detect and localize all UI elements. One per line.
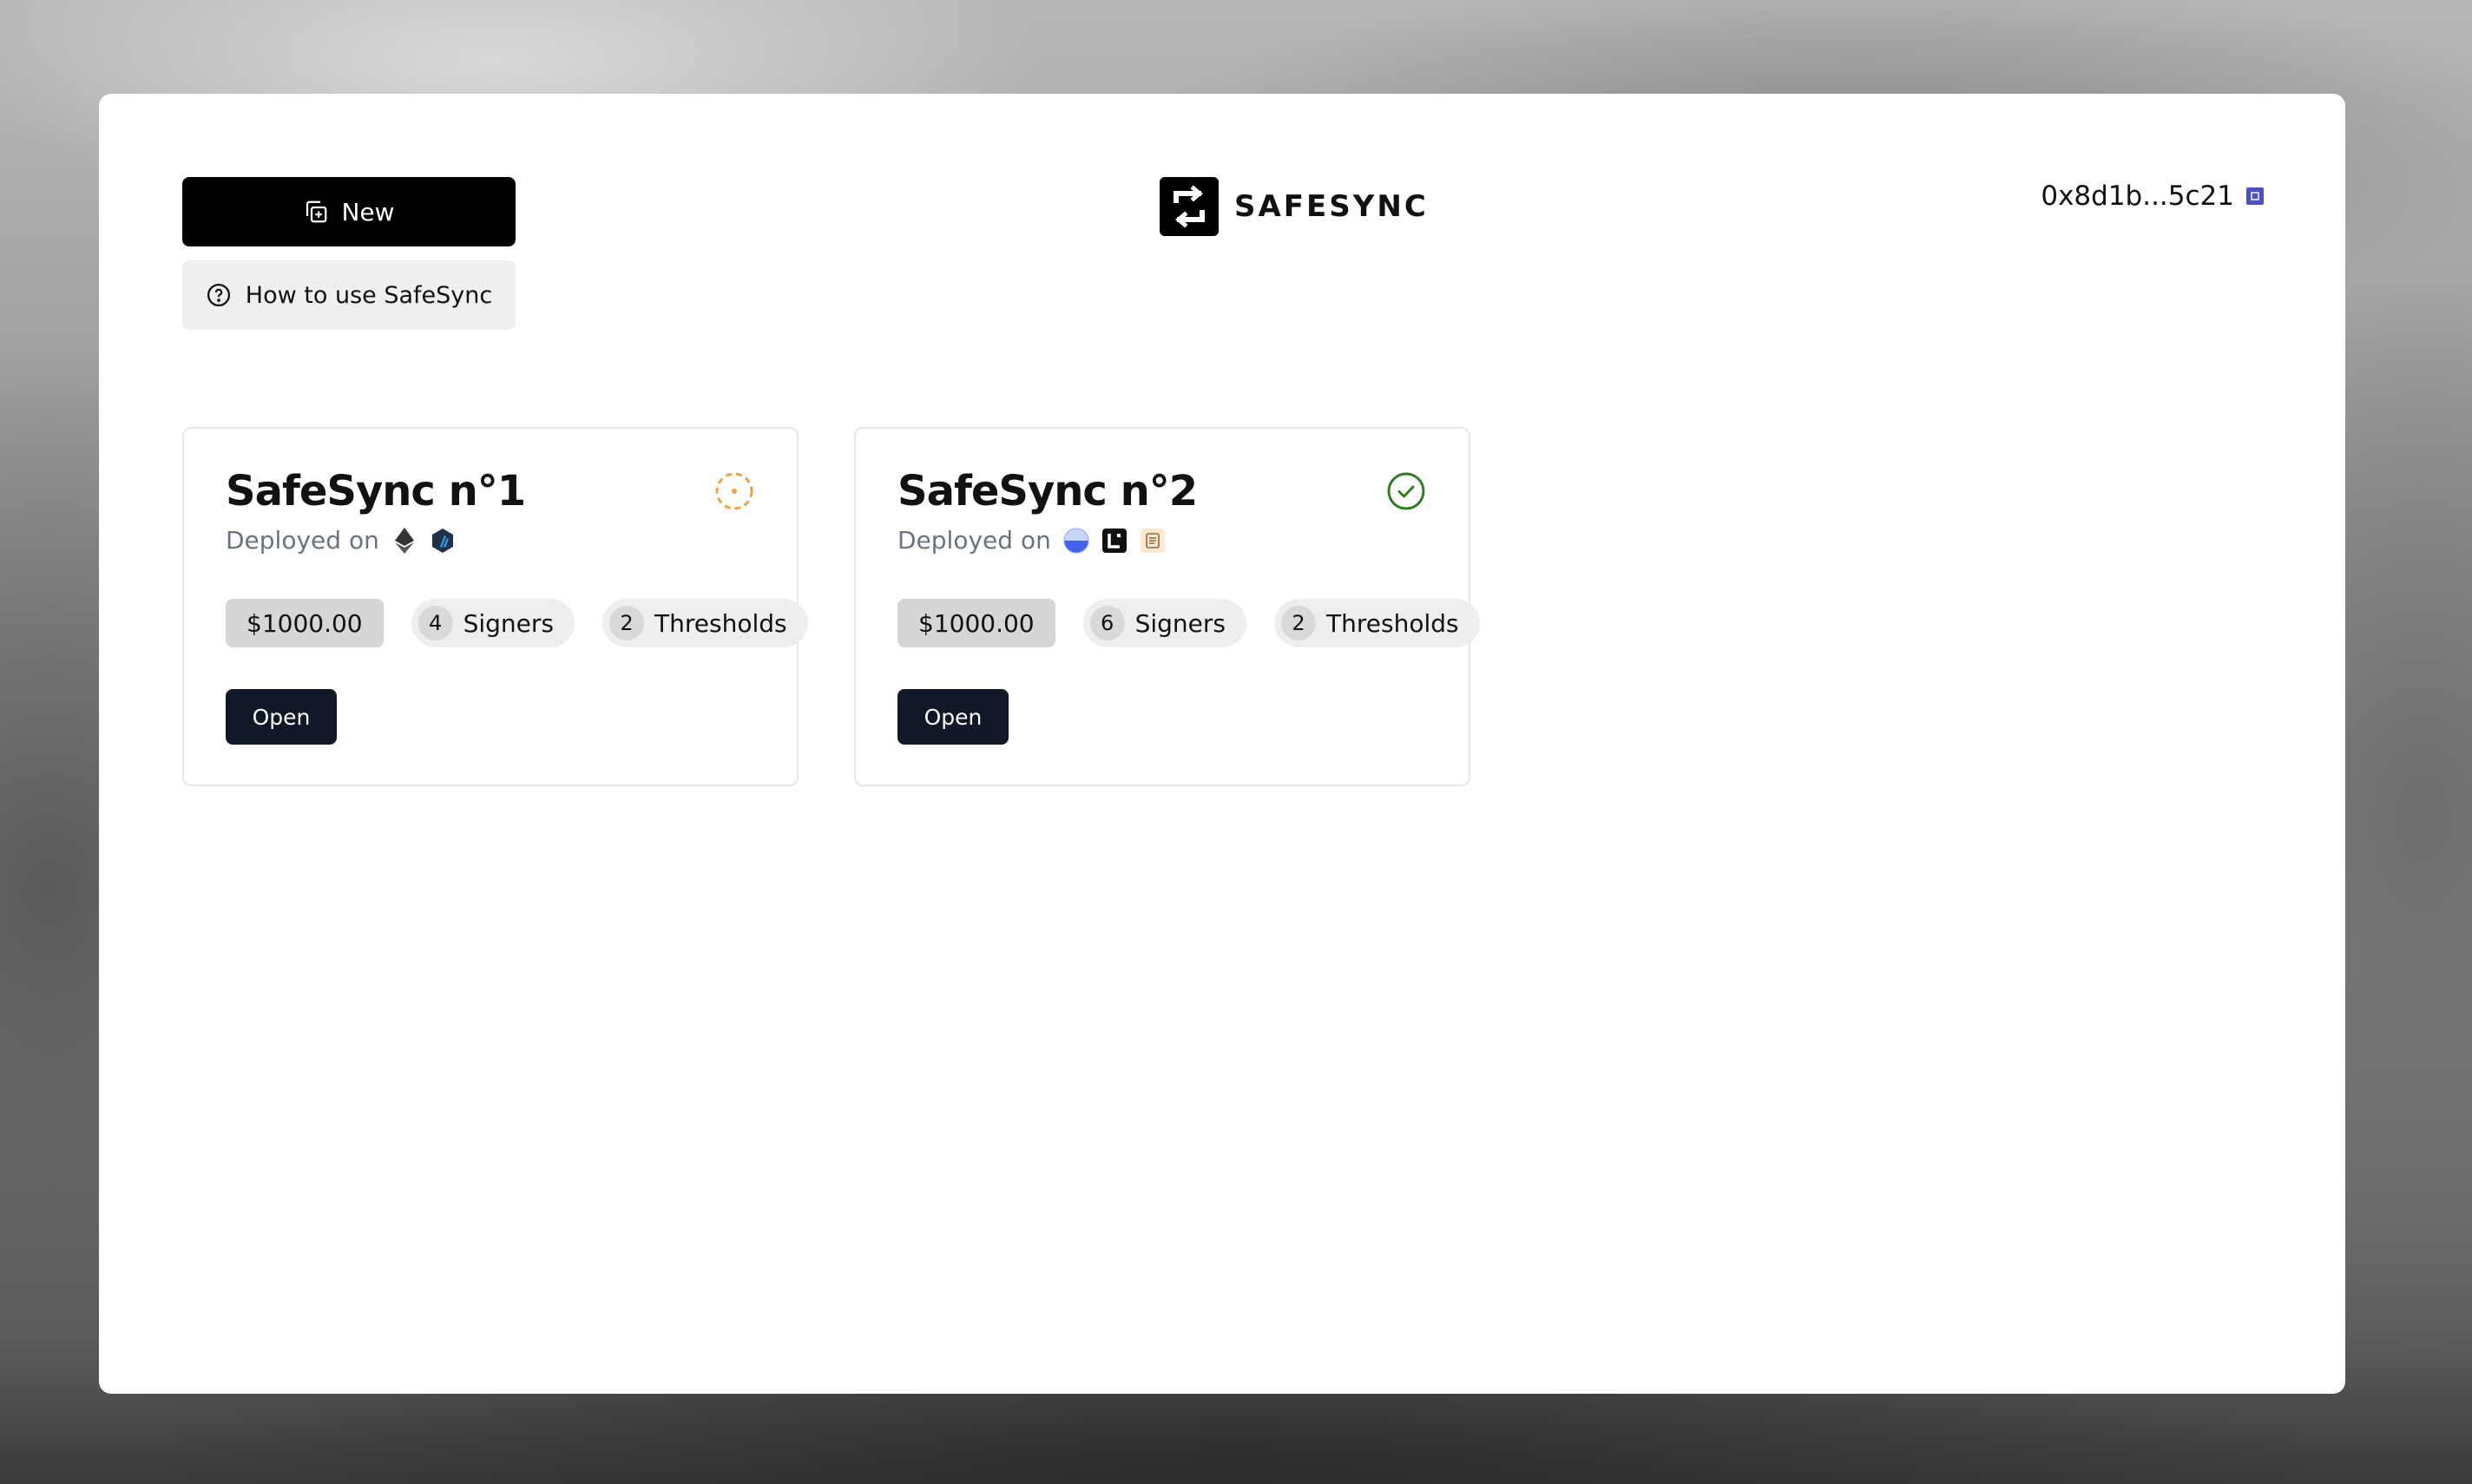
new-safe-button[interactable]: New: [182, 177, 516, 246]
signers-label: Signers: [1134, 608, 1226, 638]
signers-badge: 6 Signers: [1082, 599, 1247, 647]
base-icon: [1063, 528, 1089, 554]
safe-stats: $1000.00 6 Signers 2 Thresholds: [897, 599, 1480, 647]
balance-badge: $1000.00: [897, 599, 1055, 647]
main-panel: New How to use SafeSync SAFESYNC 0x8d1b.…: [99, 94, 2345, 1394]
thresholds-badge: 2 Thresholds: [1274, 599, 1480, 647]
brand-name: SAFESYNC: [1234, 189, 1429, 224]
new-button-label: New: [341, 197, 395, 227]
arbitrum-icon: [430, 528, 456, 554]
safe-stats: $1000.00 4 Signers 2 Thresholds: [226, 599, 808, 647]
brand-logo[interactable]: SAFESYNC: [1160, 177, 1429, 236]
help-button-label: How to use SafeSync: [245, 281, 493, 309]
thresholds-count: 2: [1281, 606, 1317, 640]
pending-status-icon: [715, 472, 753, 510]
thresholds-badge: 2 Thresholds: [602, 599, 808, 647]
scroll-icon: [1140, 528, 1166, 554]
balance-value: $1000.00: [247, 608, 363, 638]
ethereum-icon: [391, 527, 417, 554]
open-safe-button[interactable]: Open: [226, 689, 337, 745]
check-circle-icon: [1387, 472, 1425, 510]
thresholds-count: 2: [609, 606, 645, 640]
safesync-logo-icon: [1160, 177, 1219, 236]
open-safe-button[interactable]: Open: [897, 689, 1009, 745]
deployed-on: Deployed on: [897, 526, 1166, 555]
wallet-address: 0x8d1b...5c21: [2041, 181, 2234, 212]
safe-card: SafeSync n°1 Deployed on $1000.00 4 Sign…: [182, 427, 808, 786]
help-circle-icon: [207, 284, 230, 306]
thresholds-label: Thresholds: [1326, 608, 1459, 638]
balance-badge: $1000.00: [226, 599, 384, 647]
linea-icon: [1101, 528, 1128, 554]
signers-label: Signers: [463, 608, 555, 638]
wallet-avatar-icon: [2246, 187, 2264, 205]
signers-badge: 4 Signers: [411, 599, 575, 647]
balance-value: $1000.00: [918, 608, 1035, 638]
how-to-use-button[interactable]: How to use SafeSync: [182, 260, 516, 330]
signers-count: 4: [417, 606, 453, 640]
deployed-on: Deployed on: [226, 526, 456, 555]
deployed-label: Deployed on: [226, 526, 379, 555]
safe-card: SafeSync n°2 Deployed on $1000.00 6 Sign…: [854, 427, 1480, 786]
wallet-account[interactable]: 0x8d1b...5c21: [2041, 181, 2264, 212]
thresholds-label: Thresholds: [654, 608, 787, 638]
safe-title: SafeSync n°1: [226, 467, 526, 515]
safe-title: SafeSync n°2: [897, 467, 1198, 515]
signers-count: 6: [1089, 606, 1125, 640]
copy-plus-icon: [306, 200, 327, 223]
deployed-label: Deployed on: [897, 526, 1051, 555]
